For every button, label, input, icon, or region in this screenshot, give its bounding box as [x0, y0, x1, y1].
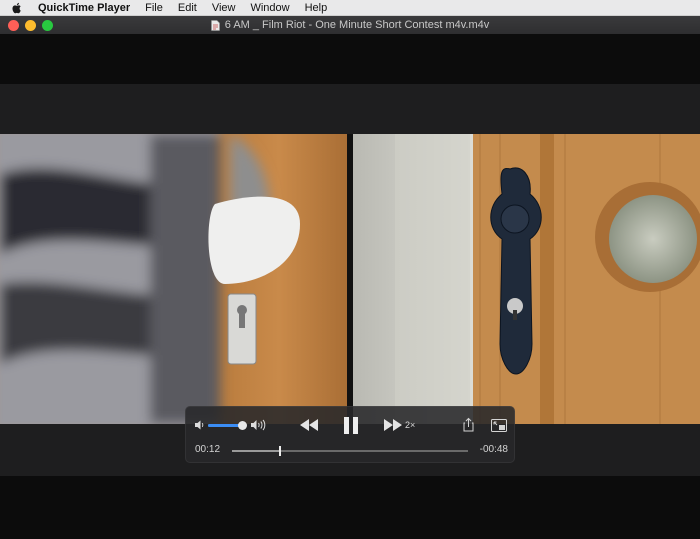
share-icon[interactable]	[463, 417, 474, 432]
fast-forward-icon[interactable]	[383, 418, 403, 432]
menu-help[interactable]: Help	[305, 2, 328, 14]
volume-high-icon[interactable]	[250, 418, 268, 432]
document-icon	[210, 19, 220, 31]
remaining-time: -00:48	[479, 444, 508, 455]
timeline-progress	[232, 450, 280, 452]
timeline-scrubber[interactable]	[232, 446, 468, 456]
playback-controls: 2× 00:12 -00:48	[185, 406, 515, 463]
video-area[interactable]	[0, 34, 700, 539]
video-frame-image	[0, 134, 700, 424]
pause-icon[interactable]	[343, 416, 359, 435]
menu-file[interactable]: File	[145, 2, 163, 14]
volume-low-icon[interactable]	[194, 419, 206, 431]
menu-view[interactable]: View	[212, 2, 236, 14]
video-frame[interactable]	[0, 134, 700, 424]
timeline-playhead[interactable]	[279, 446, 282, 456]
close-window-button[interactable]	[8, 20, 19, 31]
window-title-group: 6 AM _ Film Riot - One Minute Short Cont…	[210, 19, 490, 31]
window-title: 6 AM _ Film Riot - One Minute Short Cont…	[224, 19, 490, 31]
minimize-window-button[interactable]	[25, 20, 36, 31]
elapsed-time: 00:12	[195, 444, 221, 455]
menu-app-name[interactable]: QuickTime Player	[38, 2, 130, 14]
menu-edit[interactable]: Edit	[178, 2, 197, 14]
menu-window[interactable]: Window	[250, 2, 289, 14]
apple-menu-icon[interactable]	[10, 1, 24, 15]
volume-knob[interactable]	[238, 421, 247, 430]
window-titlebar: 6 AM _ Film Riot - One Minute Short Cont…	[0, 16, 700, 34]
controls-top-row: 2×	[186, 407, 516, 443]
window-controls	[8, 20, 53, 31]
letterbox-top-inner	[0, 84, 700, 134]
letterbox-top	[0, 34, 700, 84]
fullscreen-window-button[interactable]	[42, 20, 53, 31]
playback-speed-label: 2×	[405, 420, 416, 430]
controls-timeline-row: 00:12 -00:48	[186, 443, 516, 463]
picture-in-picture-icon[interactable]	[491, 419, 507, 432]
letterbox-bottom	[0, 476, 700, 539]
rewind-icon[interactable]	[299, 418, 319, 432]
menu-bar: QuickTime Player File Edit View Window H…	[0, 0, 700, 16]
